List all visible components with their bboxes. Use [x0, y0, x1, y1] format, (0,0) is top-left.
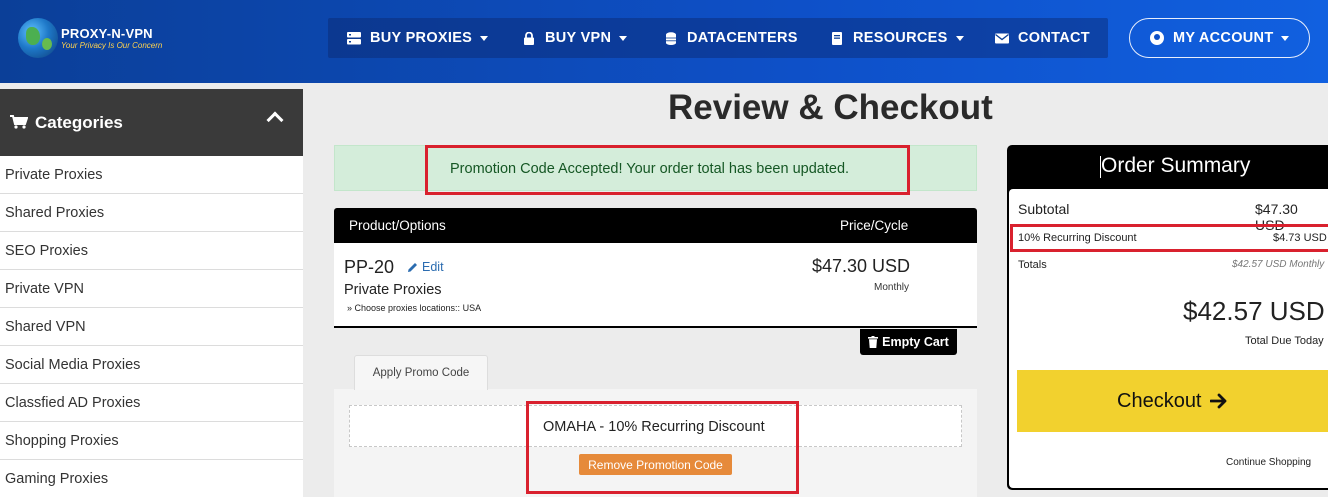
nav-buy-proxies[interactable]: BUY PROXIES	[347, 18, 489, 58]
nav-label: RESOURCES	[853, 30, 948, 46]
caret-down-icon	[1281, 35, 1290, 41]
category-item[interactable]: Private Proxies	[0, 156, 303, 194]
cart-item-row: PP-20 Edit Private Proxies » Choose prox…	[334, 243, 977, 328]
chevron-up-icon[interactable]	[266, 111, 284, 129]
product-option: » Choose proxies locations:: USA	[347, 303, 482, 313]
caret-down-icon	[619, 35, 628, 41]
empty-cart-label: Empty Cart	[882, 335, 949, 349]
category-item[interactable]: Shared Proxies	[0, 194, 303, 232]
col-price-header: Price/Cycle	[840, 218, 909, 233]
lock-icon	[524, 31, 534, 45]
nav-resources[interactable]: RESOURCES	[830, 18, 964, 58]
nav-buy-vpn[interactable]: BUY VPN	[522, 18, 628, 58]
nav-label: CONTACT	[1018, 30, 1090, 46]
category-list: Private Proxies Shared Proxies SEO Proxi…	[0, 156, 303, 497]
edit-label: Edit	[422, 260, 444, 274]
categories-header[interactable]: Categories	[0, 89, 303, 156]
product-name: PP-20	[344, 257, 395, 277]
total-due-amount: $42.57 USD	[1183, 296, 1325, 326]
category-item[interactable]: SEO Proxies	[0, 232, 303, 270]
my-account-button[interactable]: MY ACCOUNT	[1129, 18, 1310, 58]
highlight-box-discount	[1010, 224, 1328, 252]
category-item[interactable]: Classfied AD Proxies	[0, 384, 303, 422]
caret-down-icon	[955, 35, 964, 41]
shopping-cart-icon	[10, 115, 28, 129]
book-icon	[832, 31, 842, 45]
highlight-box-promo	[526, 401, 799, 494]
brand-name[interactable]: PROXY-N-VPN	[61, 26, 153, 41]
checkout-label: Checkout	[1117, 389, 1202, 412]
totals-value: $42.57 USD Monthly	[1232, 259, 1325, 270]
globe-logo-icon[interactable]	[18, 18, 58, 58]
user-circle-icon	[1150, 31, 1164, 45]
empty-cart-button[interactable]: Empty Cart	[860, 329, 957, 355]
server-icon	[347, 31, 361, 44]
checkout-button[interactable]: Checkout	[1017, 370, 1328, 432]
nav-label: DATACENTERS	[687, 30, 798, 46]
brand-tagline: Your Privacy Is Our Concern	[61, 41, 163, 50]
category-item[interactable]: Shared VPN	[0, 308, 303, 346]
billing-cycle: Monthly	[874, 282, 910, 293]
arrow-right-icon	[1209, 393, 1226, 409]
category-item[interactable]: Shopping Proxies	[0, 422, 303, 460]
col-product-header: Product/Options	[349, 218, 446, 233]
highlight-box-alert	[425, 145, 910, 195]
continue-shopping-link[interactable]: Continue Shopping	[1226, 457, 1311, 468]
nav-label: BUY VPN	[545, 30, 612, 46]
envelope-icon	[995, 33, 1009, 43]
main-nav: BUY PROXIES BUY VPN DATACENTERS RESOURCE…	[328, 18, 1108, 58]
caret-down-icon	[480, 35, 489, 41]
tab-apply-promo-code[interactable]: Apply Promo Code	[354, 355, 488, 390]
nav-contact[interactable]: CONTACT	[995, 18, 1090, 58]
cart-table-header: Product/Options Price/Cycle	[334, 208, 977, 243]
total-due-label: Total Due Today	[1245, 335, 1324, 347]
edit-link[interactable]: Edit	[407, 260, 444, 274]
totals-label: Totals	[1018, 259, 1047, 271]
order-summary-title: Order Summary	[1101, 154, 1251, 177]
pencil-icon	[408, 262, 417, 272]
my-account-label: MY ACCOUNT	[1173, 30, 1274, 46]
database-icon	[666, 31, 676, 45]
nav-label: BUY PROXIES	[370, 30, 473, 46]
categories-title: Categories	[35, 113, 123, 132]
category-item[interactable]: Gaming Proxies	[0, 460, 303, 497]
page-title: Review & Checkout	[668, 88, 993, 127]
category-item[interactable]: Social Media Proxies	[0, 346, 303, 384]
subtotal-label: Subtotal	[1018, 201, 1070, 217]
product-price: $47.30 USD	[812, 256, 911, 276]
product-group: Private Proxies	[344, 282, 442, 298]
category-item[interactable]: Private VPN	[0, 270, 303, 308]
trash-icon	[868, 336, 879, 348]
nav-datacenters[interactable]: DATACENTERS	[664, 18, 798, 58]
